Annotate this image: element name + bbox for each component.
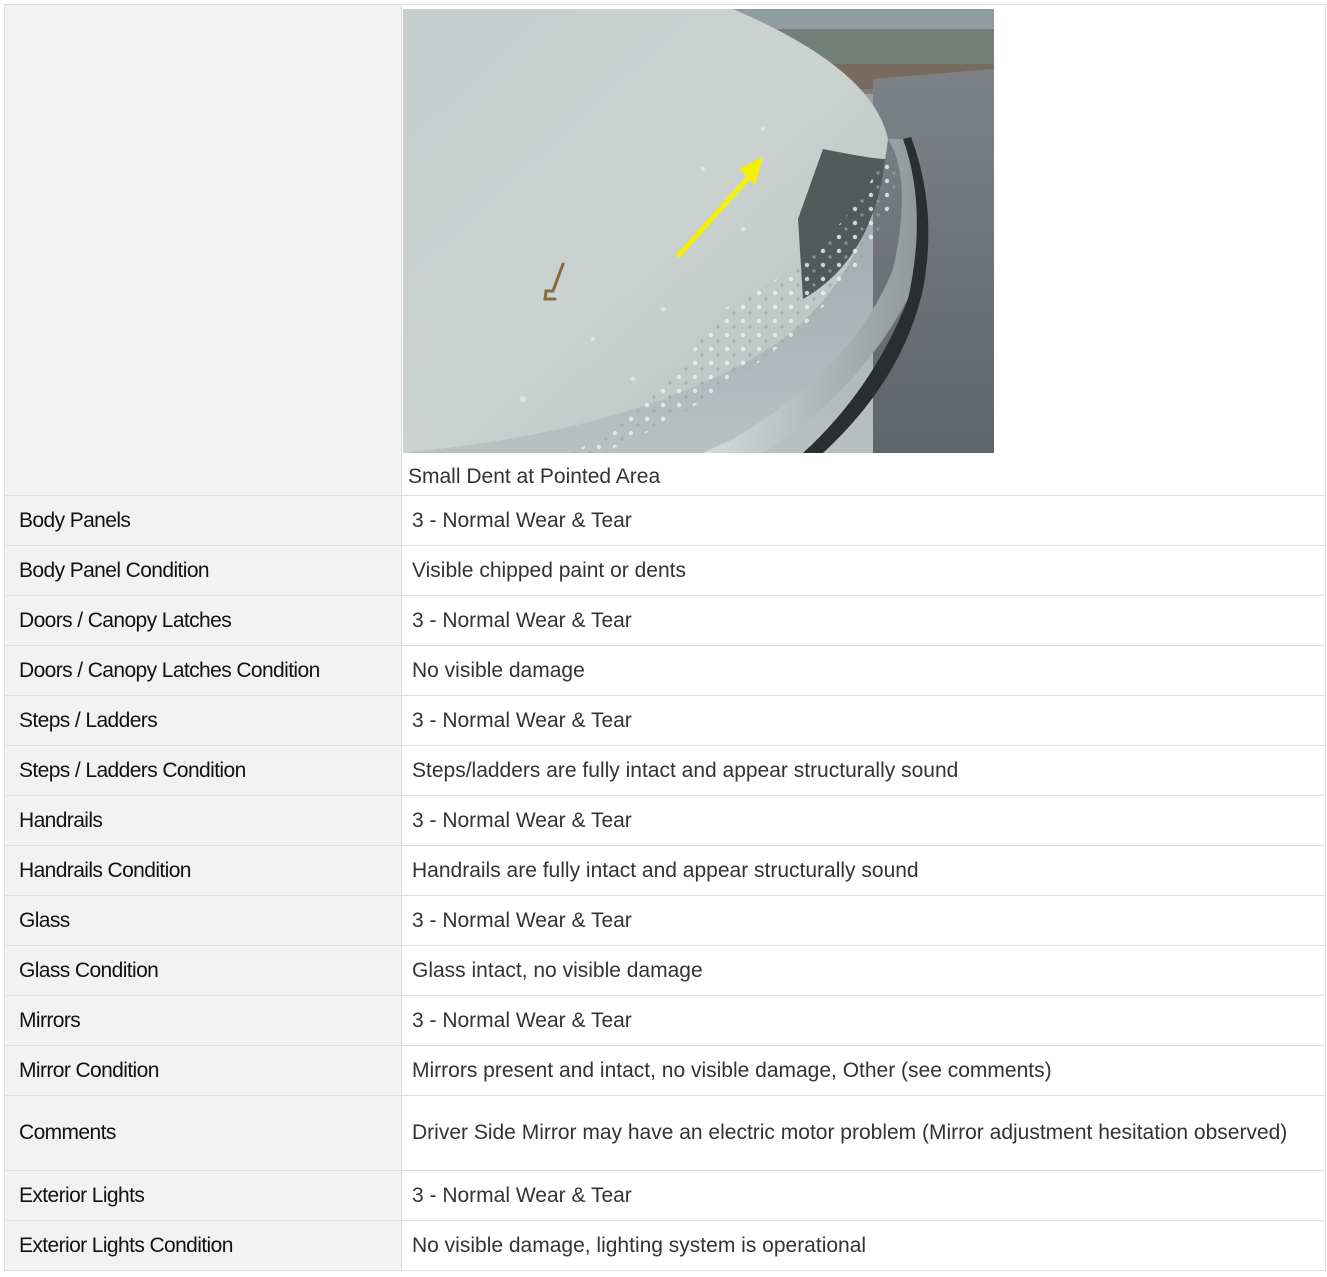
- table-row: Mirror Condition Mirrors present and int…: [4, 1045, 1326, 1096]
- photo-caption: Small Dent at Pointed Area: [408, 465, 661, 488]
- row-label: Body Panel Condition: [4, 545, 402, 596]
- row-value: 3 - Normal Wear & Tear: [401, 1170, 1326, 1221]
- row-value: Mirrors present and intact, no visible d…: [401, 1045, 1326, 1096]
- table-row: Handrails 3 - Normal Wear & Tear: [4, 795, 1326, 846]
- row-label: Mirrors: [4, 995, 402, 1046]
- comments-text: Driver Side Mirror may have an electric …: [412, 1121, 1288, 1144]
- row-label: Exterior Lights: [4, 1170, 402, 1221]
- photo-row-label-cell: [4, 4, 402, 496]
- table-row: Glass 3 - Normal Wear & Tear: [4, 895, 1326, 946]
- row-value: Glass intact, no visible damage: [401, 945, 1326, 996]
- row-value: 3 - Normal Wear & Tear: [401, 695, 1326, 746]
- table-row: Mirrors 3 - Normal Wear & Tear: [4, 995, 1326, 1046]
- table-row: Comments Driver Side Mirror may have an …: [4, 1095, 1326, 1171]
- row-label: Steps / Ladders Condition: [4, 745, 402, 796]
- row-value: Steps/ladders are fully intact and appea…: [401, 745, 1326, 796]
- table-row: Body Panels 3 - Normal Wear & Tear: [4, 495, 1326, 546]
- row-label: Mirror Condition: [4, 1045, 402, 1096]
- row-label: Handrails Condition: [4, 845, 402, 896]
- row-label: Doors / Canopy Latches Condition: [4, 645, 402, 696]
- row-value: 3 - Normal Wear & Tear: [401, 995, 1326, 1046]
- table-row: Body Panel Condition Visible chipped pai…: [4, 545, 1326, 596]
- row-label: Doors / Canopy Latches: [4, 595, 402, 646]
- table-row: Steps / Ladders Condition Steps/ladders …: [4, 745, 1326, 796]
- row-label: Glass: [4, 895, 402, 946]
- photo-cell: Small Dent at Pointed Area: [401, 4, 1326, 496]
- row-label: Glass Condition: [4, 945, 402, 996]
- table-row: Exterior Lights Condition No visible dam…: [4, 1220, 1326, 1271]
- table-row: Handrails Condition Handrails are fully …: [4, 845, 1326, 896]
- row-value: 3 - Normal Wear & Tear: [401, 895, 1326, 946]
- row-label: Exterior Lights Condition: [4, 1220, 402, 1271]
- row-label: Handrails: [4, 795, 402, 846]
- table-row: Doors / Canopy Latches Condition No visi…: [4, 645, 1326, 696]
- row-label: Steps / Ladders: [4, 695, 402, 746]
- row-value: 3 - Normal Wear & Tear: [401, 495, 1326, 546]
- row-value: 3 - Normal Wear & Tear: [401, 595, 1326, 646]
- row-label: Body Panels: [4, 495, 402, 546]
- row-value: Handrails are fully intact and appear st…: [401, 845, 1326, 896]
- table-row: Doors / Canopy Latches 3 - Normal Wear &…: [4, 595, 1326, 646]
- table-row: Steps / Ladders 3 - Normal Wear & Tear: [4, 695, 1326, 746]
- row-value: 3 - Normal Wear & Tear: [401, 795, 1326, 846]
- inspection-photo[interactable]: [403, 9, 994, 453]
- inspection-table: Small Dent at Pointed Area Body Panels 3…: [4, 4, 1326, 1271]
- row-value: No visible damage, lighting system is op…: [401, 1220, 1326, 1271]
- row-label: Comments: [4, 1095, 402, 1171]
- table-row: Glass Condition Glass intact, no visible…: [4, 945, 1326, 996]
- inspection-photo-image: [403, 9, 994, 453]
- row-value: No visible damage: [401, 645, 1326, 696]
- row-value: Driver Side Mirror may have an electric …: [401, 1095, 1326, 1171]
- photo-row: Small Dent at Pointed Area: [4, 4, 1326, 496]
- row-value: Visible chipped paint or dents: [401, 545, 1326, 596]
- table-row: Exterior Lights 3 - Normal Wear & Tear: [4, 1170, 1326, 1221]
